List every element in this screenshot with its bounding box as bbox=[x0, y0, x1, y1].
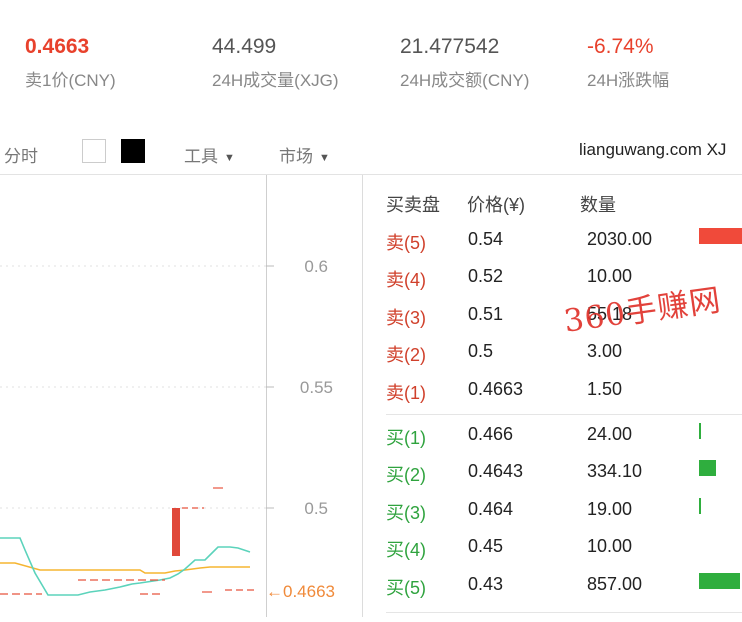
stat-label: 卖1价(CNY) bbox=[25, 71, 116, 90]
bid-price: 0.45 bbox=[468, 536, 504, 556]
ask-price: 0.54 bbox=[468, 229, 504, 249]
order-book: 买卖盘 价格(¥) 数量 卖(5) 0.54 2030.00 卖(4) 0.52… bbox=[362, 175, 742, 617]
header-quantity: 数量 bbox=[580, 195, 616, 215]
ask-depth-bar bbox=[699, 228, 742, 244]
bid-quantity: 334.10 bbox=[587, 461, 643, 481]
bid-price: 0.43 bbox=[468, 574, 504, 594]
ask-quantity: 1.50 bbox=[587, 379, 623, 399]
candle bbox=[172, 508, 180, 556]
bid-depth-bar bbox=[699, 423, 701, 439]
ask-quantity: 3.00 bbox=[587, 341, 623, 361]
stat-label: 24H涨跌幅 bbox=[587, 71, 670, 90]
bid-quantity: 10.00 bbox=[587, 536, 633, 556]
stat-label: 24H成交量(XJG) bbox=[212, 71, 339, 90]
bid-depth-bar bbox=[699, 460, 716, 476]
bid-depth-bar bbox=[699, 498, 701, 514]
header-side: 买卖盘 bbox=[386, 195, 440, 215]
bid-quantity: 19.00 bbox=[587, 499, 633, 519]
tools-dropdown[interactable]: 工具 ▼ bbox=[184, 142, 235, 167]
bid-label: 买(1) bbox=[386, 428, 426, 448]
ask-quantity: 10.00 bbox=[587, 266, 633, 286]
bid-label: 买(5) bbox=[386, 578, 426, 598]
ask-price: 0.5 bbox=[468, 341, 494, 361]
tab-fenshi[interactable]: 分时 bbox=[4, 142, 38, 167]
bid-price: 0.464 bbox=[468, 499, 514, 519]
stat-value: 44.499 bbox=[212, 35, 277, 58]
y-tick-label: 0.6 bbox=[304, 257, 328, 276]
bid-quantity: 24.00 bbox=[587, 424, 633, 444]
ask-label: 卖(2) bbox=[386, 345, 426, 365]
chart-svg: 0.6 0.55 0.5 ←0.4663 bbox=[0, 175, 335, 617]
theme-dark-swatch[interactable] bbox=[121, 139, 145, 163]
stat-24h-turnover: 21.477542 24H成交额(CNY) bbox=[400, 34, 529, 91]
bid-label: 买(4) bbox=[386, 540, 426, 560]
chevron-down-icon: ▼ bbox=[319, 151, 330, 164]
stat-label: 24H成交额(CNY) bbox=[400, 71, 530, 90]
stat-value: 0.4663 bbox=[25, 35, 90, 58]
y-tick-label: 0.55 bbox=[300, 378, 333, 397]
ask-label: 卖(3) bbox=[386, 308, 426, 328]
divider bbox=[362, 175, 363, 617]
stat-ask-price: 0.4663 卖1价(CNY) bbox=[25, 34, 116, 91]
book-separator bbox=[386, 414, 742, 415]
ma-line bbox=[0, 562, 250, 574]
ask-price: 0.52 bbox=[468, 266, 504, 286]
stat-24h-change: -6.74% 24H涨跌幅 bbox=[587, 34, 669, 91]
stat-value: 21.477542 bbox=[400, 35, 500, 58]
ask-label: 卖(1) bbox=[386, 383, 426, 403]
chart-toolbar: 分时 工具 ▼ 市场 ▼ lianguwang.com XJ bbox=[0, 133, 742, 173]
bid-price: 0.466 bbox=[468, 424, 514, 444]
y-tick-label: 0.5 bbox=[304, 499, 328, 518]
stat-24h-volume: 44.499 24H成交量(XJG) bbox=[212, 34, 339, 91]
chevron-down-icon: ▼ bbox=[224, 151, 235, 164]
market-dropdown[interactable]: 市场 ▼ bbox=[279, 142, 330, 167]
ask-price: 0.51 bbox=[468, 304, 504, 324]
ask-price: 0.4663 bbox=[468, 379, 524, 399]
bid-label: 买(2) bbox=[386, 465, 426, 485]
price-chart[interactable]: 0.6 0.55 0.5 ←0.4663 bbox=[0, 175, 362, 617]
ask-quantity: 2030.00 bbox=[587, 229, 653, 249]
ask-label: 卖(5) bbox=[386, 233, 426, 253]
bid-label: 买(3) bbox=[386, 503, 426, 523]
bid-quantity: 857.00 bbox=[587, 574, 643, 594]
current-price-label: ←0.4663 bbox=[266, 582, 335, 601]
bid-depth-bar bbox=[699, 573, 740, 589]
tools-label: 工具 bbox=[184, 147, 218, 166]
ask-label: 卖(4) bbox=[386, 270, 426, 290]
header-price: 价格(¥) bbox=[467, 195, 525, 215]
stat-value: -6.74% bbox=[587, 35, 654, 58]
book-separator bbox=[386, 612, 742, 613]
theme-light-swatch[interactable] bbox=[82, 139, 106, 163]
market-label: 市场 bbox=[279, 147, 313, 166]
site-label: lianguwang.com XJ bbox=[579, 140, 727, 159]
bid-price: 0.4643 bbox=[468, 461, 524, 481]
